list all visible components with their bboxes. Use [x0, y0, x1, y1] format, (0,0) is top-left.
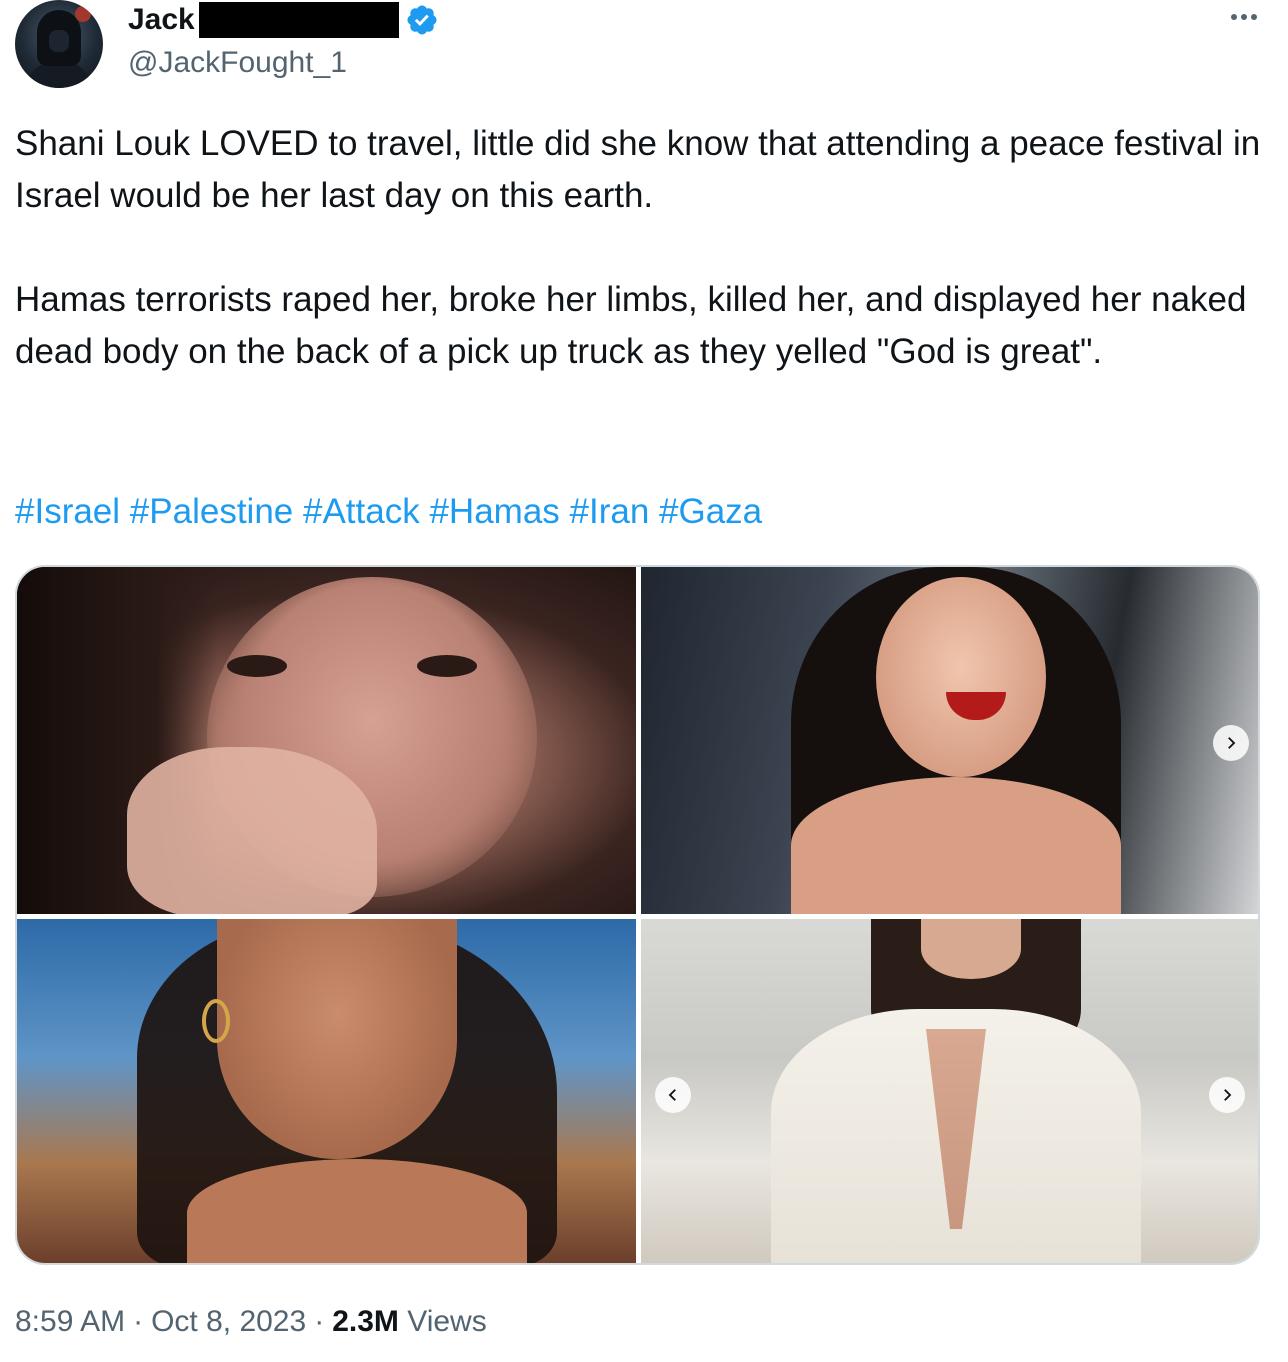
media-grid	[15, 565, 1260, 1265]
hashtag-link[interactable]: #Hamas	[429, 492, 559, 531]
hashtag-link[interactable]: #Israel	[15, 492, 120, 531]
views-label: Views	[407, 1305, 487, 1338]
tweet-time[interactable]: 8:59 AM	[15, 1305, 125, 1338]
prev-photo-button[interactable]	[655, 1077, 691, 1113]
photo-eye-shape	[227, 655, 287, 677]
author-name-row: Jack	[128, 0, 439, 40]
more-dot	[1251, 14, 1257, 20]
tweet-meta: 8:59 AM · Oct 8, 2023 · 2.3M Views	[15, 1302, 487, 1342]
next-photo-button[interactable]	[1209, 1077, 1245, 1113]
chevron-right-icon	[1228, 737, 1236, 749]
views-count: 2.3M	[332, 1305, 399, 1338]
photo-hand-shape	[127, 747, 377, 914]
tweet-card: Jack @JackFought_1 Shani Louk LOVED to t…	[0, 0, 1288, 1362]
photo-3[interactable]	[17, 919, 636, 1263]
chevron-left-icon	[668, 1089, 676, 1101]
hashtag-link[interactable]: #Attack	[303, 492, 420, 531]
redaction-bar	[198, 2, 399, 38]
hashtag-link[interactable]: #Gaza	[659, 492, 762, 531]
hashtag-link[interactable]: #Iran	[570, 492, 650, 531]
tweet-paragraph: Hamas terrorists raped her, broke her li…	[15, 280, 1247, 371]
tweet-paragraph: Shani Louk LOVED to travel, little did s…	[15, 124, 1261, 215]
photo-face-shape	[876, 577, 1046, 777]
photo-1[interactable]	[17, 567, 636, 914]
separator-dot: ·	[314, 1305, 325, 1338]
author-display-name[interactable]: Jack	[128, 1, 195, 39]
photo-2[interactable]	[641, 567, 1258, 914]
photo-earring-shape	[202, 999, 230, 1043]
photo-chest-shape	[187, 1159, 527, 1263]
tweet-text: Shani Louk LOVED to travel, little did s…	[15, 118, 1265, 378]
tweet-date[interactable]: Oct 8, 2023	[151, 1305, 306, 1338]
hashtag-row: #Israel #Palestine #Attack #Hamas #Iran …	[15, 486, 762, 538]
chevron-right-icon	[1224, 1089, 1232, 1101]
author-avatar[interactable]	[15, 0, 103, 88]
more-options-icon[interactable]	[1222, 2, 1266, 32]
photo-face-shape	[921, 919, 1021, 979]
next-photo-button[interactable]	[1213, 725, 1249, 761]
avatar-face-shape	[49, 30, 69, 52]
more-dot	[1231, 14, 1237, 20]
photo-face-shape	[217, 919, 457, 1159]
verified-badge-icon[interactable]	[405, 3, 439, 37]
separator-dot: ·	[133, 1305, 144, 1338]
photo-eye-shape	[417, 655, 477, 677]
author-handle[interactable]: @JackFought_1	[128, 44, 347, 82]
more-dot	[1241, 14, 1247, 20]
photo-shoulders-shape	[791, 777, 1121, 914]
photo-4[interactable]	[641, 919, 1258, 1263]
hashtag-link[interactable]: #Palestine	[130, 492, 293, 531]
